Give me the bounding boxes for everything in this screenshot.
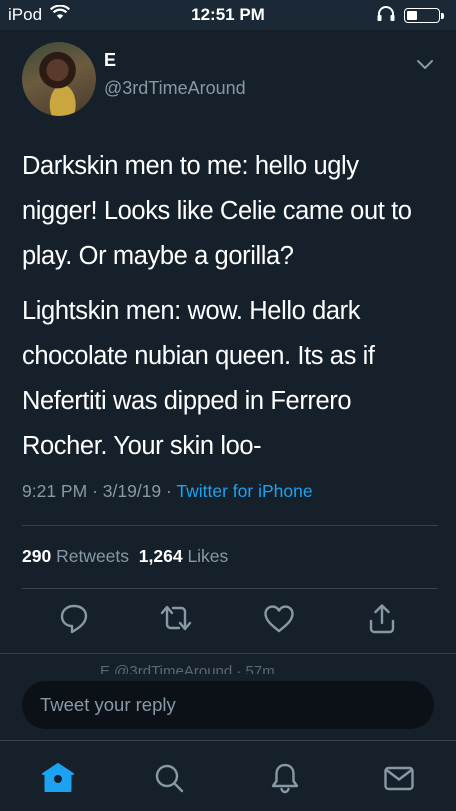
search-icon[interactable]	[152, 761, 186, 800]
next-tweet-preview: E @3rdTimeAround · 57m	[0, 653, 456, 674]
bottom-tab-bar	[0, 740, 456, 811]
retweets-stat[interactable]: 290 Retweets	[22, 546, 129, 566]
notifications-icon[interactable]	[268, 761, 302, 800]
status-right	[376, 5, 444, 26]
meta-separator: ·	[166, 481, 172, 501]
tweet-text: Darkskin men to me: hello ugly nigger! L…	[22, 144, 436, 479]
reply-icon[interactable]	[58, 602, 90, 641]
like-label: Likes	[187, 546, 229, 566]
share-icon[interactable]	[366, 602, 398, 641]
home-icon[interactable]	[40, 761, 76, 800]
next-tweet-text: E @3rdTimeAround · 57m	[100, 663, 275, 674]
tweet-date: 3/19/19	[102, 481, 162, 501]
author-name[interactable]: E	[104, 50, 116, 71]
divider	[22, 525, 438, 526]
tweet-time: 9:21 PM	[22, 481, 88, 501]
retweet-label: Retweets	[56, 546, 130, 566]
retweet-count: 290	[22, 546, 52, 566]
avatar[interactable]	[22, 42, 96, 116]
tweet-meta: 9:21 PM · 3/19/19 · Twitter for iPhone	[22, 481, 313, 502]
reply-input[interactable]	[22, 681, 434, 729]
retweet-icon[interactable]	[158, 602, 194, 641]
tweet-stats: 290 Retweets 1,264 Likes	[22, 546, 228, 567]
battery-icon	[404, 8, 444, 23]
chevron-down-icon[interactable]	[416, 58, 434, 76]
status-bar: iPod 12:51 PM	[0, 0, 456, 30]
tweet-action-bar	[0, 602, 456, 642]
tweet-paragraph: Lightskin men: wow. Hello dark chocolate…	[22, 297, 375, 460]
likes-stat[interactable]: 1,264 Likes	[139, 546, 229, 566]
messages-icon[interactable]	[382, 761, 416, 800]
tweet-paragraph: Darkskin men to me: hello ugly nigger! L…	[22, 152, 412, 270]
tweet-source-link[interactable]: Twitter for iPhone	[176, 481, 312, 501]
like-count: 1,264	[138, 546, 183, 566]
author-handle[interactable]: @3rdTimeAround	[104, 78, 246, 99]
like-icon[interactable]	[262, 602, 296, 641]
meta-separator: ·	[92, 481, 98, 501]
divider	[22, 588, 438, 589]
headphones-icon	[376, 5, 396, 26]
